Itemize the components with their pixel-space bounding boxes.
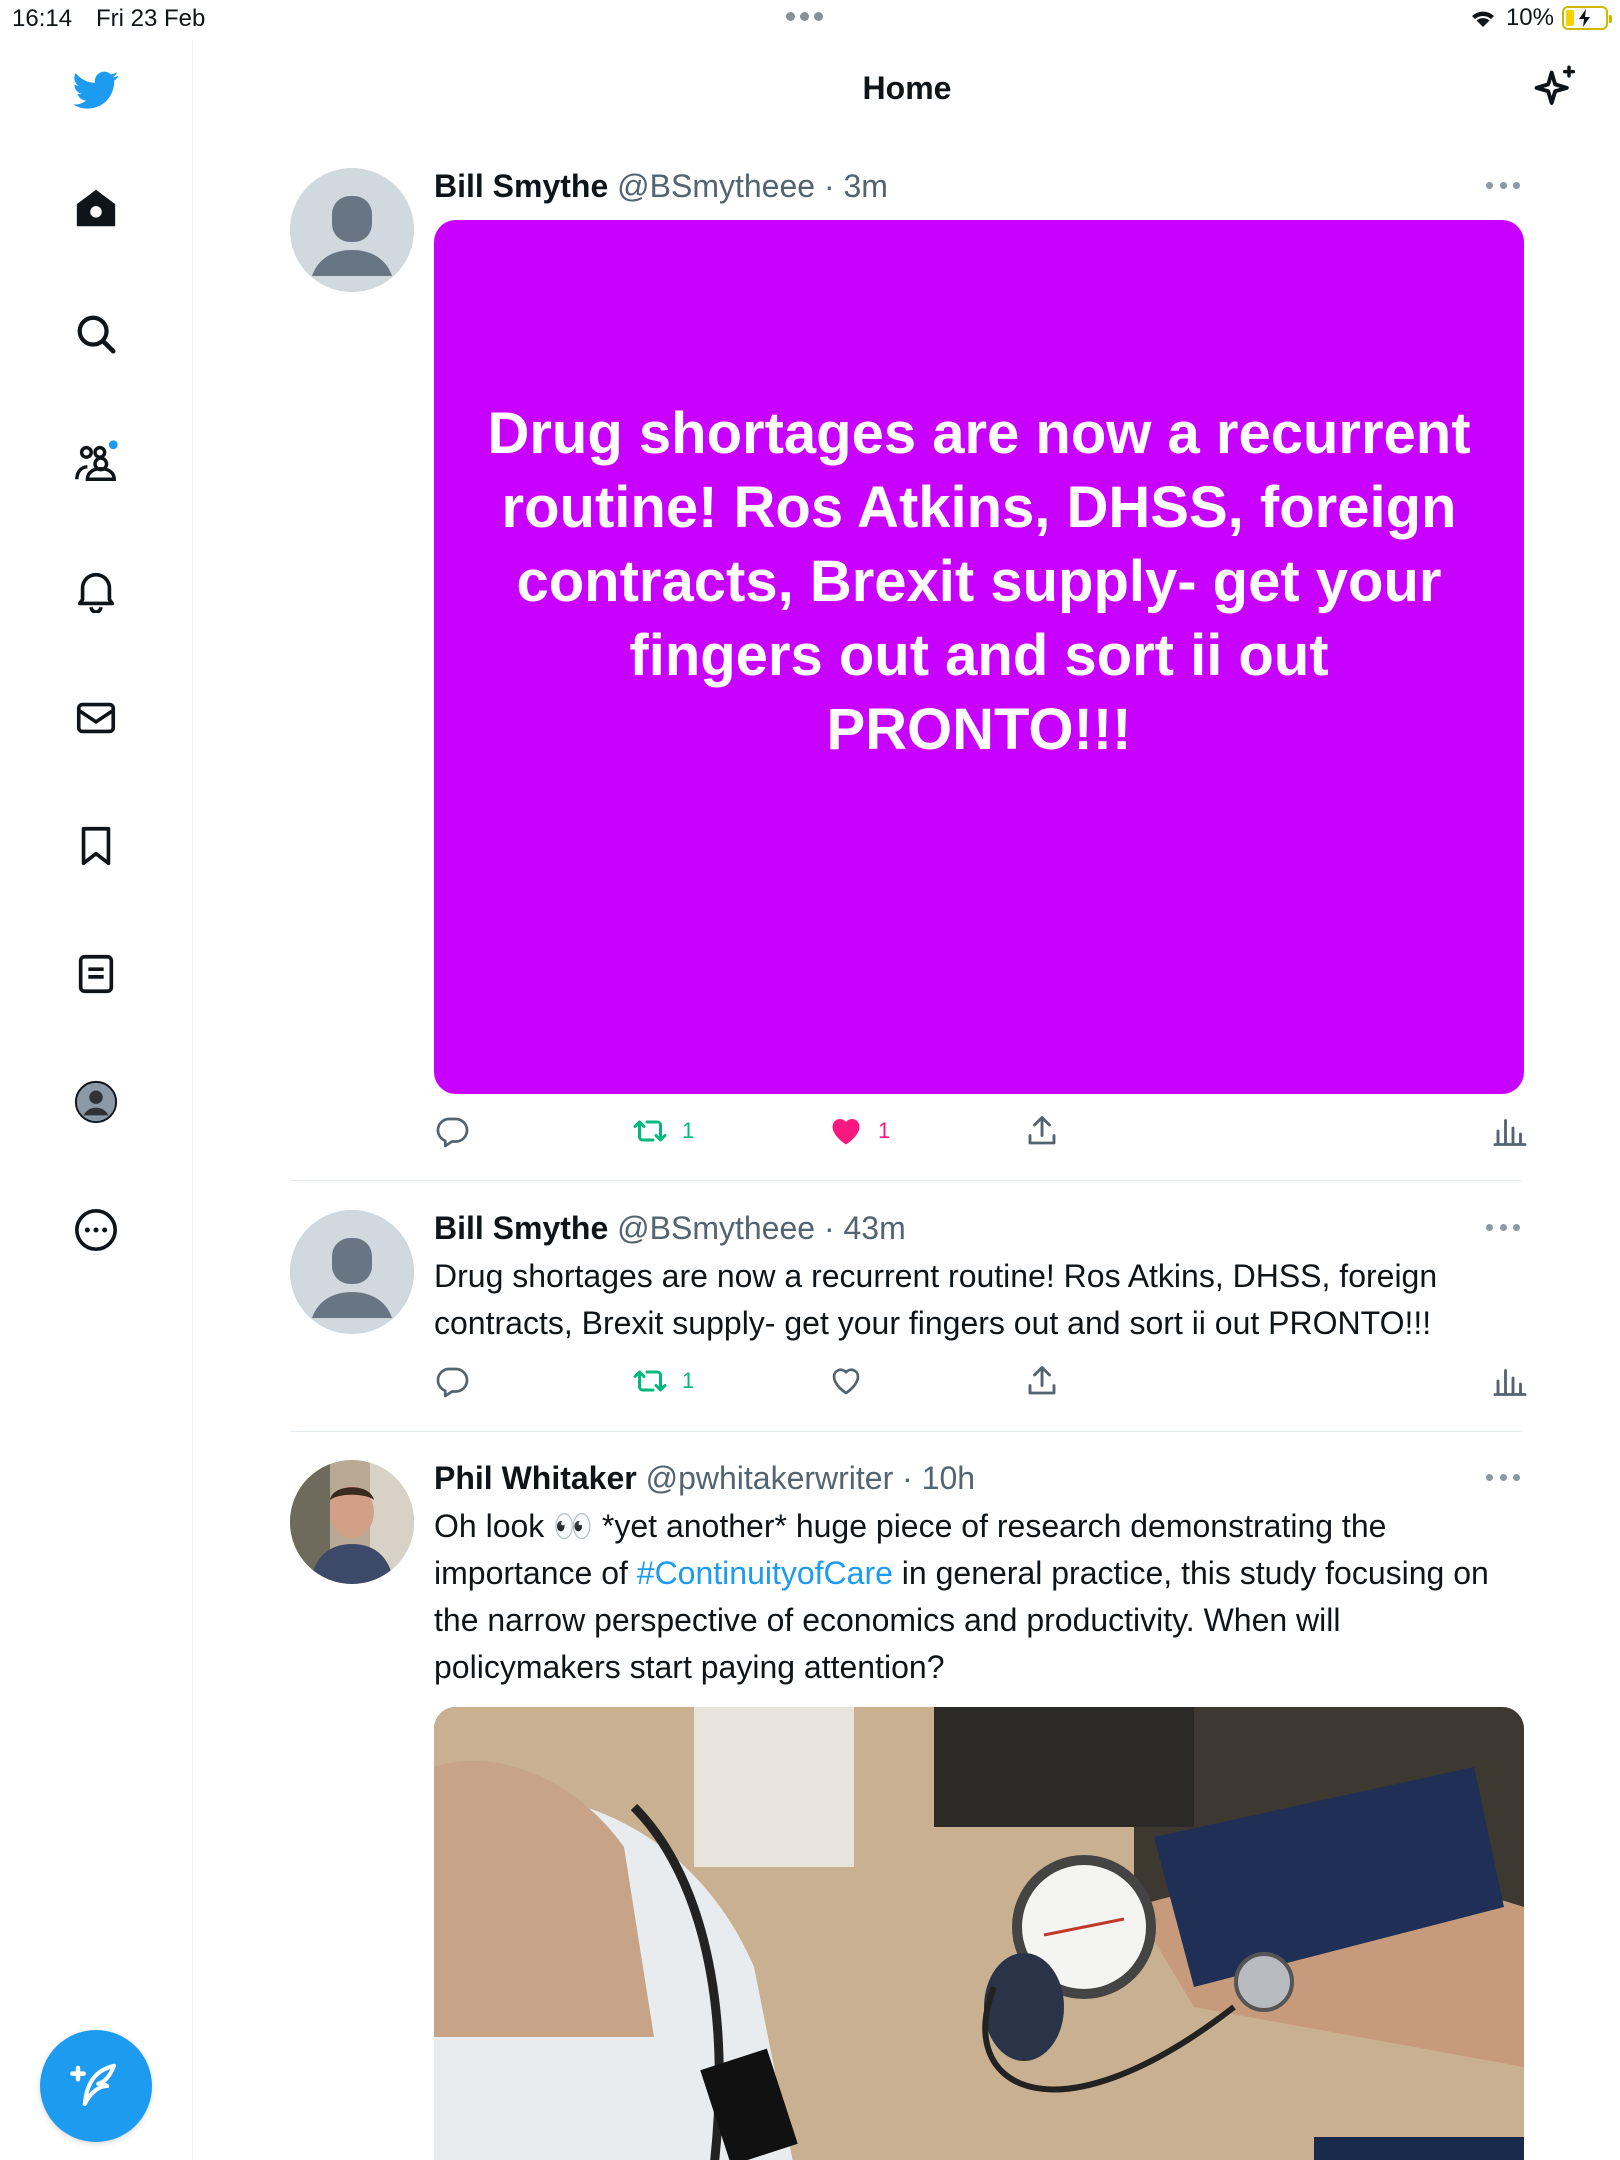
- reply-icon: [436, 1367, 469, 1398]
- share-button[interactable]: [1024, 1113, 1060, 1149]
- retweet-button[interactable]: 1: [632, 1113, 694, 1149]
- tweet-actions: 1 1: [434, 1113, 1527, 1157]
- author-name[interactable]: Bill Smythe: [434, 168, 608, 204]
- like-button[interactable]: 1: [828, 1113, 890, 1149]
- multitasking-dots-icon[interactable]: [786, 12, 823, 21]
- avatar[interactable]: [290, 1460, 414, 1584]
- share-icon: [1028, 1366, 1056, 1395]
- analytics-icon: [1493, 1369, 1527, 1396]
- share-button[interactable]: [1024, 1363, 1060, 1399]
- analytics-button[interactable]: [1492, 1113, 1528, 1149]
- status-bar: 16:14 Fri 23 Feb 10%: [0, 0, 1620, 40]
- search-icon[interactable]: [66, 304, 126, 364]
- sparkle-icon[interactable]: [1530, 64, 1582, 116]
- reply-button[interactable]: [434, 1363, 470, 1399]
- battery-icon: [1562, 6, 1612, 30]
- bookmarks-icon[interactable]: [66, 816, 126, 876]
- heart-outline-icon: [832, 1368, 860, 1395]
- media-card-text: Drug shortages are now a recurrent routi…: [487, 401, 1471, 762]
- sidebar: [0, 40, 193, 2160]
- like-button[interactable]: [828, 1363, 864, 1399]
- profile-icon[interactable]: [66, 1072, 126, 1132]
- retweet-icon: [633, 1370, 667, 1392]
- retweet-icon: [633, 1120, 667, 1142]
- author-name[interactable]: Phil Whitaker: [434, 1460, 637, 1496]
- analytics-button[interactable]: [1492, 1363, 1528, 1399]
- tweet-time[interactable]: 3m: [844, 168, 888, 204]
- author-handle[interactable]: @BSmytheee: [617, 1210, 815, 1246]
- heart-filled-icon: [832, 1119, 860, 1145]
- tweet-more-icon[interactable]: [1486, 182, 1520, 192]
- tweet-actions: 1: [434, 1363, 1527, 1407]
- share-icon: [1028, 1116, 1056, 1145]
- communities-icon[interactable]: [66, 432, 126, 492]
- tweet-photo[interactable]: [434, 1707, 1524, 2160]
- messages-icon[interactable]: [66, 688, 126, 748]
- tweet-header: Bill Smythe @BSmytheee · 3m: [434, 168, 888, 204]
- more-icon[interactable]: [66, 1200, 126, 1260]
- tweet[interactable]: Phil Whitaker @pwhitakerwriter · 10h Oh …: [290, 1460, 1524, 2160]
- author-handle[interactable]: @pwhitakerwriter: [646, 1460, 894, 1496]
- compose-tweet-button[interactable]: [40, 2030, 152, 2142]
- avatar[interactable]: [290, 1210, 414, 1334]
- retweet-button[interactable]: 1: [632, 1363, 694, 1399]
- tweet[interactable]: Bill Smythe @BSmytheee · 3m Drug shortag…: [290, 168, 1527, 1168]
- twitter-logo-icon[interactable]: [66, 60, 126, 120]
- page-title: Home: [862, 70, 952, 106]
- lists-icon[interactable]: [66, 944, 126, 1004]
- status-right: 10%: [1468, 4, 1612, 32]
- tweet-time[interactable]: 43m: [844, 1210, 906, 1246]
- tweet-divider: [290, 1431, 1522, 1432]
- hashtag-link[interactable]: #ContinuityofCare: [637, 1555, 893, 1591]
- compose-tweet-icon: [70, 2063, 117, 2107]
- reply-button[interactable]: [434, 1113, 470, 1149]
- timeline-header: Home: [194, 40, 1620, 144]
- reply-icon: [436, 1117, 469, 1148]
- tweet-header: Bill Smythe @BSmytheee · 43m: [434, 1210, 906, 1246]
- tweet-time[interactable]: 10h: [922, 1460, 975, 1496]
- battery-percent: 10%: [1505, 4, 1554, 31]
- tweet[interactable]: Bill Smythe @BSmytheee · 43m Drug shorta…: [290, 1210, 1527, 1425]
- analytics-icon: [1493, 1119, 1527, 1146]
- tweet-text: Oh look 👀 *yet another* huge piece of re…: [434, 1508, 1489, 1685]
- tweet-media-card[interactable]: Drug shortages are now a recurrent routi…: [434, 220, 1524, 1094]
- like-count: 1: [878, 1118, 891, 1143]
- tweet-divider: [290, 1180, 1522, 1181]
- tweet-header: Phil Whitaker @pwhitakerwriter · 10h: [434, 1460, 976, 1496]
- status-date: Fri 23 Feb: [96, 5, 206, 32]
- retweet-count: 1: [682, 1118, 695, 1143]
- tweet-more-icon[interactable]: [1486, 1224, 1520, 1234]
- author-name[interactable]: Bill Smythe: [434, 1210, 608, 1246]
- status-time: 16:14: [12, 5, 73, 32]
- wifi-icon: [1471, 11, 1494, 27]
- tweet-more-icon[interactable]: [1486, 1474, 1520, 1484]
- retweet-count: 1: [682, 1368, 695, 1393]
- author-handle[interactable]: @BSmytheee: [617, 168, 815, 204]
- notifications-icon[interactable]: [66, 560, 126, 620]
- avatar[interactable]: [290, 168, 414, 292]
- tweet-text: Drug shortages are now a recurrent routi…: [434, 1258, 1438, 1341]
- home-icon[interactable]: [66, 178, 126, 238]
